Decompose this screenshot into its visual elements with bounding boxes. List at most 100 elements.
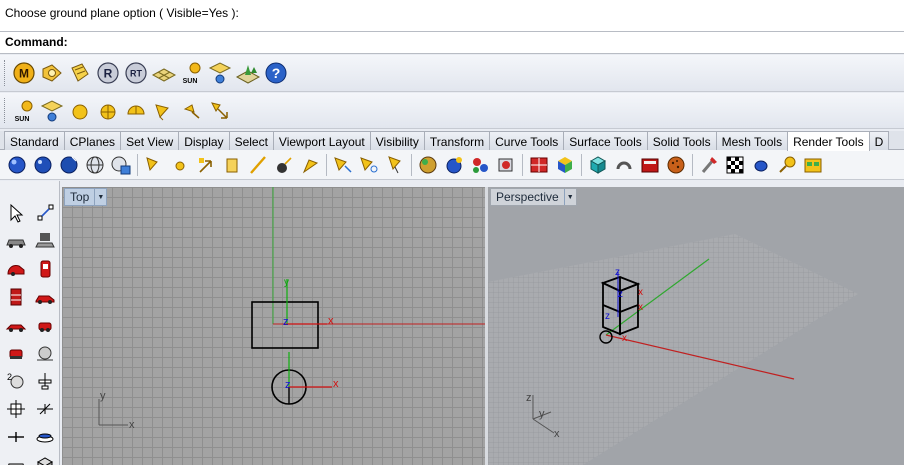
- sun-button[interactable]: SUN: [178, 59, 206, 87]
- raytrace-button[interactable]: RT: [122, 59, 150, 87]
- blue-sphere-button-2[interactable]: [30, 152, 56, 178]
- spot-light-button[interactable]: [150, 97, 178, 125]
- render-button[interactable]: R: [94, 59, 122, 87]
- cylinder-mapping-button[interactable]: [611, 152, 637, 178]
- tab-standard[interactable]: Standard: [4, 131, 65, 150]
- help-button[interactable]: ?: [262, 59, 290, 87]
- linear-light-button[interactable]: [206, 97, 234, 125]
- tab-solid-tools[interactable]: Solid Tools: [646, 131, 717, 150]
- tab-viewport-layout[interactable]: Viewport Layout: [272, 131, 371, 150]
- tab-transform[interactable]: Transform: [423, 131, 491, 150]
- globe-button[interactable]: [82, 152, 108, 178]
- spotlight-button[interactable]: [141, 152, 167, 178]
- red-car-low-button[interactable]: [1, 311, 30, 339]
- spotlight-hotspot-button[interactable]: [356, 152, 382, 178]
- tab-surface-tools[interactable]: Surface Tools: [563, 131, 648, 150]
- viewport-perspective[interactable]: z z z x x x z y x Perspective ▼: [488, 187, 904, 465]
- globe-window-button[interactable]: [108, 152, 134, 178]
- spotlight-target-button[interactable]: [330, 152, 356, 178]
- submarine-button[interactable]: [30, 423, 59, 451]
- material-editor-button[interactable]: M: [10, 59, 38, 87]
- gear-robot-button[interactable]: [1, 395, 30, 423]
- save-car-button[interactable]: [30, 227, 59, 255]
- key-button[interactable]: [774, 152, 800, 178]
- tab-render-tools[interactable]: Render Tools: [787, 131, 870, 151]
- sun-light-button[interactable]: SUN: [10, 97, 38, 125]
- top-viewport-canvas[interactable]: y x z z x y x: [62, 187, 485, 465]
- tab-mesh-tools[interactable]: Mesh Tools: [715, 131, 789, 150]
- chevron-down-icon[interactable]: ▼: [563, 189, 576, 205]
- red-car-back-button[interactable]: [1, 339, 30, 367]
- spotlight-button[interactable]: [206, 59, 234, 87]
- red-phone-button[interactable]: [30, 255, 59, 283]
- tab-d[interactable]: D: [868, 131, 890, 150]
- red-box-button[interactable]: [637, 152, 663, 178]
- ellipse-icon: [754, 160, 768, 171]
- command-input[interactable]: [70, 34, 890, 51]
- tab-set-view[interactable]: Set View: [120, 131, 180, 150]
- color-box-button[interactable]: [552, 152, 578, 178]
- point-edit-button[interactable]: [30, 199, 59, 227]
- decal-button[interactable]: [467, 152, 493, 178]
- rectangular-light-button[interactable]: [219, 152, 245, 178]
- linear-light-button[interactable]: [245, 152, 271, 178]
- hemisphere-light-button[interactable]: [122, 97, 150, 125]
- environment-editor-button[interactable]: [38, 59, 66, 87]
- lever-button[interactable]: [30, 367, 59, 395]
- chevron-down-icon[interactable]: ▼: [94, 189, 106, 205]
- world-axis-y-label: y: [539, 408, 545, 420]
- sphere-grey-button[interactable]: [30, 339, 59, 367]
- box-mapping-button[interactable]: [585, 152, 611, 178]
- red-car-low-icon: [5, 324, 26, 332]
- render-tools-button[interactable]: [234, 59, 262, 87]
- tab-curve-tools[interactable]: Curve Tools: [489, 131, 565, 150]
- car-rear-button[interactable]: [1, 451, 30, 465]
- red-car-button[interactable]: [1, 255, 30, 283]
- light-on-plane-button[interactable]: [38, 97, 66, 125]
- red-car-side-button[interactable]: [30, 283, 59, 311]
- directional-light-button[interactable]: [193, 152, 219, 178]
- sun-flag-button[interactable]: [297, 152, 323, 178]
- sphere-shine-button[interactable]: [56, 152, 82, 178]
- point-light-button[interactable]: [66, 97, 94, 125]
- texture-icon: [71, 63, 89, 82]
- material-sphere-button[interactable]: [415, 152, 441, 178]
- viewport-title-perspective[interactable]: Perspective ▼: [490, 188, 577, 206]
- ground-plane-button[interactable]: [150, 59, 178, 87]
- spotlight-edit-button[interactable]: [382, 152, 408, 178]
- car-button[interactable]: [1, 227, 30, 255]
- render-icon: R: [97, 62, 119, 84]
- tab-display[interactable]: Display: [178, 131, 230, 150]
- render-toolbar: M R RT SUN ?: [0, 55, 904, 92]
- render-tools-icon: [235, 65, 261, 84]
- light-bomb-button[interactable]: [271, 152, 297, 178]
- brush-button[interactable]: [696, 152, 722, 178]
- point-light-button[interactable]: [167, 152, 193, 178]
- airplane-button[interactable]: [1, 423, 30, 451]
- checker-button[interactable]: [722, 152, 748, 178]
- box-tools-button[interactable]: [30, 451, 59, 465]
- perspective-viewport-canvas[interactable]: z z z x x x z y x: [488, 187, 904, 465]
- cookie-texture-button[interactable]: [663, 152, 689, 178]
- decal-edit-button[interactable]: [493, 152, 519, 178]
- tab-cplanes[interactable]: CPlanes: [63, 131, 122, 150]
- tab-visibility[interactable]: Visibility: [369, 131, 425, 150]
- texture-sphere-button[interactable]: [441, 152, 467, 178]
- texture-button[interactable]: [66, 59, 94, 87]
- toolbar-grip[interactable]: [4, 60, 7, 86]
- toolbar-grip[interactable]: [4, 98, 7, 123]
- ellipse-button[interactable]: [748, 152, 774, 178]
- viewport-top[interactable]: y x z z x y x Top ▼: [62, 187, 485, 465]
- balloon-button[interactable]: 2: [1, 367, 30, 395]
- tab-select[interactable]: Select: [228, 131, 274, 150]
- blue-sphere-button[interactable]: [4, 152, 30, 178]
- texture-mapping-button[interactable]: [526, 152, 552, 178]
- red-cabinet-button[interactable]: [1, 283, 30, 311]
- red-car-front-button[interactable]: [30, 311, 59, 339]
- plane-button[interactable]: [30, 395, 59, 423]
- viewport-title-top[interactable]: Top ▼: [64, 188, 108, 206]
- directional-light-button[interactable]: [178, 97, 206, 125]
- select-arrow-button[interactable]: [1, 199, 30, 227]
- render-window-button[interactable]: [800, 152, 826, 178]
- spherical-light-button[interactable]: [94, 97, 122, 125]
